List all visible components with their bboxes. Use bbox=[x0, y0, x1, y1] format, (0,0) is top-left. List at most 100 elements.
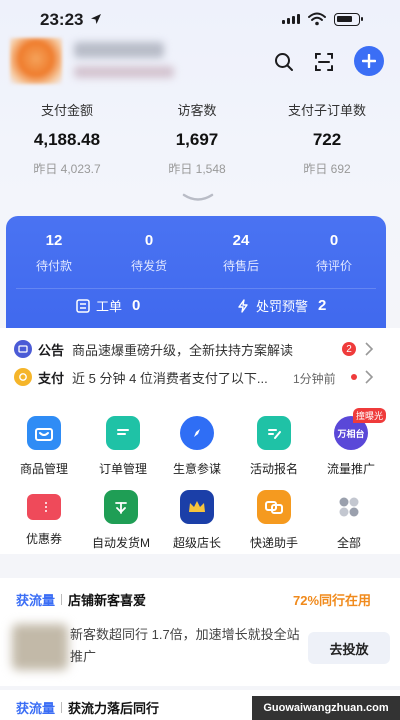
chevron-right-icon[interactable] bbox=[364, 342, 374, 356]
stat-yesterday: 昨日 1,548 bbox=[168, 162, 226, 176]
crown-icon bbox=[180, 490, 214, 524]
tool-badge: 撞曝光 bbox=[352, 408, 386, 423]
traffic-card: 获流量 店铺新客喜爱 72%同行在用 新客数超同行 1.7倍，加速增长就投全站推… bbox=[0, 578, 400, 686]
stat-value: 722 bbox=[312, 130, 342, 149]
shopping-bag-icon bbox=[27, 416, 61, 450]
payment-row[interactable]: 支付 近 5 分钟 4 位消费者支付了以下... bbox=[14, 366, 268, 388]
tool-label: 商品管理 bbox=[19, 462, 68, 476]
order-count: 0 bbox=[144, 232, 154, 249]
panel-divider bbox=[16, 288, 376, 289]
wifi-icon bbox=[308, 12, 326, 26]
tool-event-signup[interactable]: 活动报名 bbox=[235, 416, 313, 477]
tool-label: 优惠券 bbox=[25, 532, 62, 546]
order-label: 待付款 bbox=[35, 259, 72, 273]
watermark: Guowaiwangzhuan.com bbox=[252, 696, 400, 720]
stat-value: 4,188.48 bbox=[33, 130, 101, 149]
tool-label: 快递助手 bbox=[249, 536, 298, 550]
work-order-icon bbox=[76, 298, 90, 313]
tool-order-management[interactable]: 订单管理 bbox=[84, 416, 162, 477]
tool-label: 全部 bbox=[336, 536, 361, 550]
shop-avatar[interactable] bbox=[10, 38, 62, 84]
tool-traffic-promotion[interactable]: 万相台 撞曝光 流量推广 bbox=[312, 408, 390, 477]
announcement-tag: 公告 bbox=[38, 342, 65, 358]
launch-ad-button[interactable]: 去投放 bbox=[308, 632, 390, 664]
location-arrow-icon bbox=[91, 14, 101, 24]
card-tag: 获流量 bbox=[16, 701, 56, 716]
stat-sub-orders[interactable]: 支付子订单数 722 昨日 692 bbox=[262, 100, 392, 177]
tool-label: 流量推广 bbox=[326, 462, 375, 476]
card-title: 获流量 获流力落后同行 bbox=[16, 698, 159, 717]
status-bar: 23:23 bbox=[0, 0, 400, 40]
penalty-warning-link[interactable]: 处罚预警 2 bbox=[236, 296, 326, 315]
order-label: 待发货 bbox=[130, 259, 167, 273]
chevron-right-icon[interactable] bbox=[364, 370, 374, 384]
order-pending-payment[interactable]: 12 待付款 bbox=[9, 232, 99, 274]
stat-value: 1,697 bbox=[175, 130, 219, 149]
scan-icon bbox=[315, 53, 333, 71]
shop-name-blurred bbox=[74, 42, 164, 58]
order-pending-review[interactable]: 0 待评价 bbox=[289, 232, 379, 274]
order-label: 待售后 bbox=[222, 259, 259, 273]
product-thumbnail-blurred bbox=[12, 624, 68, 670]
expand-chevron-icon[interactable] bbox=[180, 192, 216, 204]
coupon-icon bbox=[27, 494, 61, 520]
tool-label: 自动发货M bbox=[92, 536, 150, 550]
cellular-signal-icon bbox=[282, 14, 300, 24]
tool-label: 订单管理 bbox=[98, 462, 147, 476]
tool-business-advisor[interactable]: 生意参谋 bbox=[158, 416, 236, 477]
stat-yesterday: 昨日 4,023.7 bbox=[33, 162, 101, 176]
tool-auto-ship[interactable]: 自动发货M bbox=[82, 490, 160, 551]
stat-visitors[interactable]: 访客数 1,697 昨日 1,548 bbox=[132, 100, 262, 177]
search-icon bbox=[275, 53, 293, 71]
tool-coupon[interactable]: 优惠券 bbox=[5, 490, 83, 547]
order-label: 待评价 bbox=[315, 259, 352, 273]
stat-label: 支付子订单数 bbox=[287, 103, 366, 118]
stat-yesterday: 昨日 692 bbox=[303, 162, 351, 176]
lightning-icon bbox=[238, 298, 248, 313]
payment-time: 1分钟前 bbox=[293, 372, 336, 386]
card-heading: 获流力落后同行 bbox=[68, 701, 160, 716]
payment-text: 近 5 分钟 4 位消费者支付了以下... bbox=[72, 370, 268, 386]
tool-all[interactable]: 全部 bbox=[310, 490, 388, 551]
payment-icon bbox=[14, 368, 32, 386]
tool-label: 活动报名 bbox=[249, 462, 298, 476]
plus-icon bbox=[362, 54, 376, 68]
shop-subtitle-blurred bbox=[74, 66, 174, 78]
card-description: 新客数超同行 1.7倍，加速增长就投全站推广 bbox=[70, 627, 300, 664]
compass-icon bbox=[180, 416, 214, 450]
card-tag: 获流量 bbox=[16, 593, 56, 608]
work-order-count: 0 bbox=[132, 297, 141, 314]
announcement-icon bbox=[14, 340, 32, 358]
status-time: 23:23 bbox=[40, 10, 84, 29]
order-count: 12 bbox=[45, 232, 63, 249]
title-separator bbox=[61, 702, 63, 713]
search-button[interactable] bbox=[268, 46, 300, 78]
tools-sheet: 公告 商品速爆重磅升级，全新扶持方案解读 2 支付 近 5 分钟 4 位消费者支… bbox=[0, 328, 400, 554]
title-separator bbox=[61, 594, 63, 605]
auto-ship-icon bbox=[104, 490, 138, 524]
tool-product-management[interactable]: 商品管理 bbox=[5, 416, 83, 477]
order-status-panel: 12 待付款 0 待发货 24 待售后 0 待评价 工单 0 处罚预警 2 bbox=[6, 216, 386, 328]
announcement-badge: 2 bbox=[342, 342, 356, 356]
scan-button[interactable] bbox=[308, 46, 340, 78]
wanxiangtai-logo-text: 万相台 bbox=[337, 428, 365, 439]
wanxiangtai-icon: 万相台 撞曝光 bbox=[334, 408, 386, 450]
work-order-label: 工单 bbox=[96, 299, 123, 314]
tool-super-manager[interactable]: 超级店长 bbox=[158, 490, 236, 551]
stat-payment-amount[interactable]: 支付金额 4,188.48 昨日 4,023.7 bbox=[2, 100, 132, 177]
order-count: 0 bbox=[329, 232, 339, 249]
battery-icon bbox=[334, 13, 363, 26]
add-button[interactable] bbox=[354, 46, 384, 76]
order-count: 24 bbox=[232, 232, 250, 249]
tool-label: 超级店长 bbox=[172, 536, 221, 550]
all-grid-icon bbox=[332, 490, 366, 524]
work-order-link[interactable]: 工单 0 bbox=[76, 296, 140, 315]
announcement-text: 商品速爆重磅升级，全新扶持方案解读 bbox=[72, 342, 294, 358]
order-pending-aftersale[interactable]: 24 待售后 bbox=[196, 232, 286, 274]
tool-express-assistant[interactable]: 快递助手 bbox=[235, 490, 313, 551]
card-heading: 店铺新客喜爱 bbox=[68, 593, 147, 608]
announcement-row[interactable]: 公告 商品速爆重磅升级，全新扶持方案解读 bbox=[14, 338, 293, 360]
penalty-warning-label: 处罚预警 bbox=[256, 299, 309, 314]
card-title: 获流量 店铺新客喜爱 bbox=[16, 590, 146, 609]
order-pending-shipment[interactable]: 0 待发货 bbox=[104, 232, 194, 274]
